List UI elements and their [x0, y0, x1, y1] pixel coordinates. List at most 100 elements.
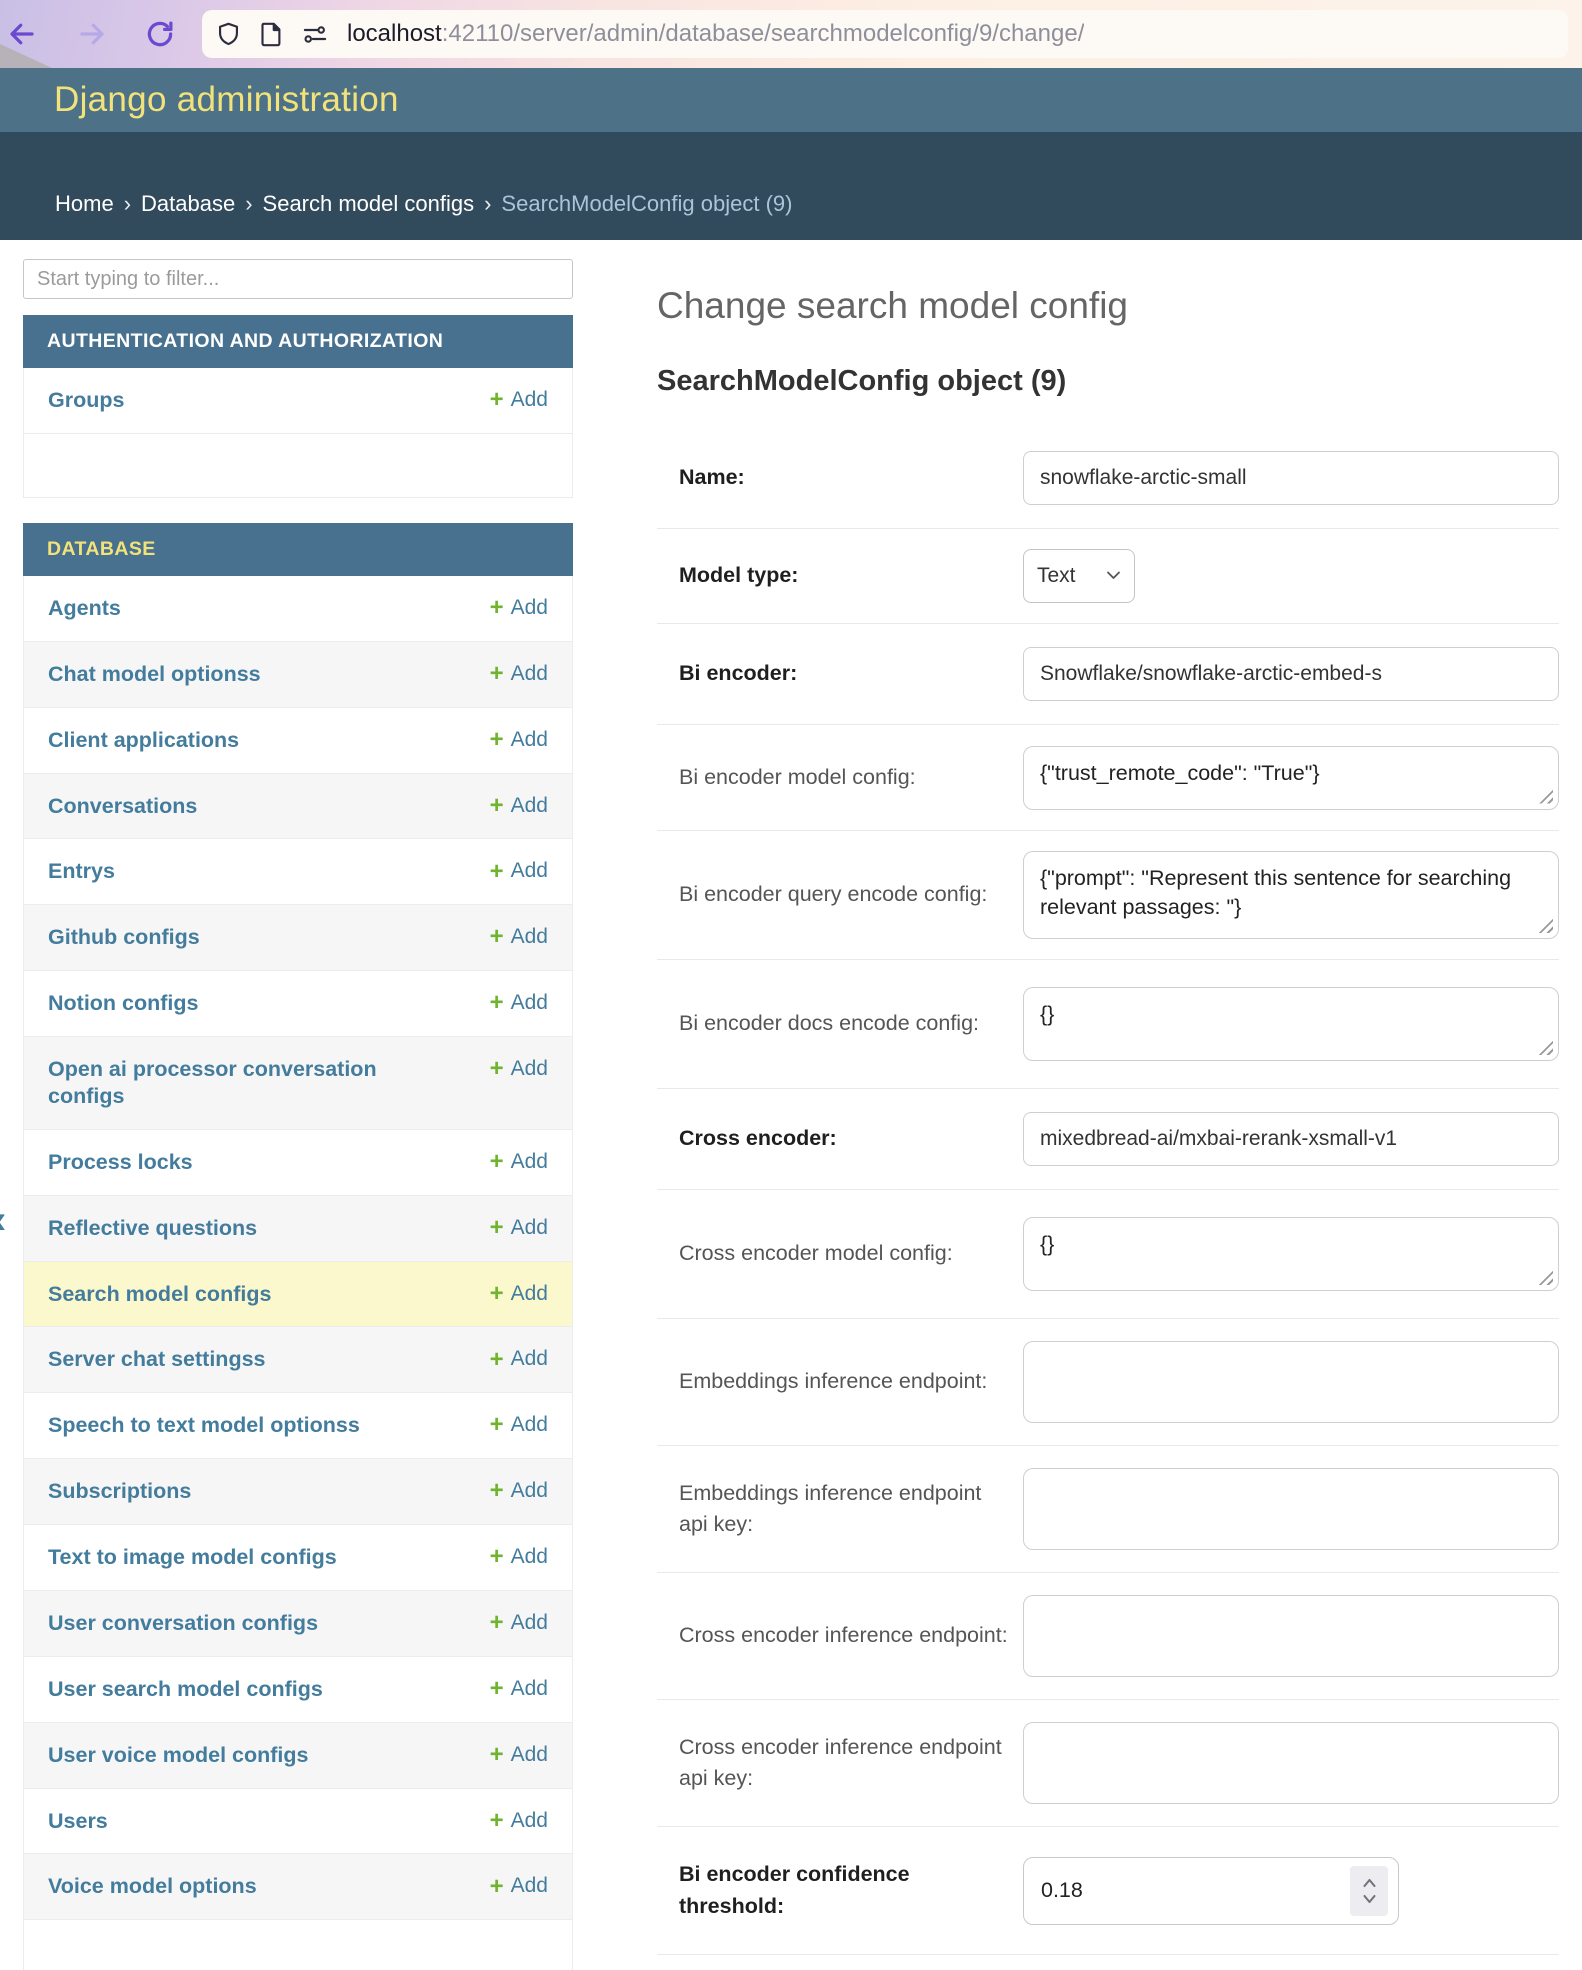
- sidebar-link-user-conversation-configs[interactable]: User conversation configs: [48, 1610, 318, 1637]
- sidebar-link-server-chat-settingss[interactable]: Server chat settingss: [48, 1346, 266, 1373]
- add-voice-model-options-link[interactable]: +Add: [490, 1873, 548, 1899]
- sidebar-link-open-ai-processor-conversation-configs[interactable]: Open ai processor conversation configs: [48, 1056, 383, 1110]
- sidebar-item-server-chat-settingss: Server chat settingss +Add: [23, 1327, 573, 1393]
- plus-icon: +: [490, 1545, 504, 1569]
- embeddings-inference-endpoint-input[interactable]: [1023, 1341, 1559, 1423]
- site-title[interactable]: Django administration: [54, 80, 399, 120]
- add-client-applications-link[interactable]: +Add: [490, 727, 548, 753]
- field-row-embeddings-inference-endpoint-api-key: Embeddings inference endpoint api key:: [657, 1446, 1559, 1573]
- breadcrumb-link-search-model-configs[interactable]: Search model configs: [263, 191, 475, 217]
- add-subscriptions-link[interactable]: +Add: [490, 1478, 548, 1504]
- field-label-model-type: Model type:: [679, 560, 1009, 591]
- plus-icon: +: [490, 794, 504, 818]
- bi-encoder-model-config-textarea-wrap: [1023, 746, 1559, 810]
- add-label: Add: [511, 661, 548, 687]
- sidebar-link-client-applications[interactable]: Client applications: [48, 727, 239, 754]
- plus-icon: +: [490, 1216, 504, 1240]
- change-form: Name:Model type:TextBi encoder:Bi encode…: [657, 428, 1559, 1955]
- sidebar-link-process-locks[interactable]: Process locks: [48, 1149, 193, 1176]
- add-label: Add: [511, 1544, 548, 1570]
- add-reflective-questions-link[interactable]: + Add: [490, 1215, 548, 1241]
- sidebar-empty-row: [23, 1920, 573, 1970]
- add-user-search-model-configs-link[interactable]: +Add: [490, 1676, 548, 1702]
- sidebar-link-users[interactable]: Users: [48, 1808, 108, 1835]
- sidebar-link-chat-model-optionss[interactable]: Chat model optionss: [48, 661, 261, 688]
- sidebar-link-groups[interactable]: Groups: [48, 387, 124, 414]
- add-search-model-configs-link[interactable]: +Add: [490, 1281, 548, 1307]
- add-user-voice-model-configs-link[interactable]: +Add: [490, 1742, 548, 1768]
- field-label-embeddings-inference-endpoint: Embeddings inference endpoint:: [679, 1366, 1009, 1397]
- sidebar-item-user-conversation-configs: User conversation configs +Add: [23, 1591, 573, 1657]
- breadcrumb-current: SearchModelConfig object (9): [501, 191, 792, 217]
- breadcrumb-link-home[interactable]: Home: [55, 191, 114, 217]
- sidebar-link-reflective-questions[interactable]: Reflective questions: [48, 1215, 257, 1242]
- field-label-embeddings-inference-endpoint-api-key: Embeddings inference endpoint api key:: [679, 1478, 1009, 1540]
- add-server-chat-settingss-link[interactable]: +Add: [490, 1346, 548, 1372]
- sidebar-link-speech-to-text-model-optionss[interactable]: Speech to text model optionss: [48, 1412, 360, 1439]
- forward-icon[interactable]: [77, 19, 107, 49]
- back-icon[interactable]: [7, 19, 37, 49]
- cross-encoder-inference-endpoint-api-key-input[interactable]: [1023, 1722, 1559, 1804]
- permissions-icon[interactable]: [301, 21, 329, 48]
- breadcrumb-separator: ›: [484, 191, 491, 217]
- sidebar-link-notion-configs[interactable]: Notion configs: [48, 990, 198, 1017]
- sidebar-link-search-model-configs[interactable]: Search model configs: [48, 1281, 271, 1308]
- add-label: Add: [511, 1676, 548, 1702]
- sidebar-link-text-to-image-model-configs[interactable]: Text to image model configs: [48, 1544, 337, 1571]
- sidebar-filter-input[interactable]: [23, 259, 573, 299]
- cross-encoder-inference-endpoint-input[interactable]: [1023, 1595, 1559, 1677]
- page-info-icon[interactable]: [259, 21, 284, 48]
- sidebar-link-user-search-model-configs[interactable]: User search model configs: [48, 1676, 323, 1703]
- add-chat-model-optionss-link[interactable]: + Add: [490, 661, 548, 687]
- url-bar[interactable]: localhost:42110/server/admin/database/se…: [202, 10, 1568, 58]
- add-process-locks-link[interactable]: +Add: [490, 1149, 548, 1175]
- cross-encoder-input[interactable]: [1023, 1112, 1559, 1166]
- sidebar-link-github-configs[interactable]: Github configs: [48, 924, 200, 951]
- sidebar-link-voice-model-options[interactable]: Voice model options: [48, 1873, 257, 1900]
- bi-encoder-input[interactable]: [1023, 647, 1559, 701]
- shield-icon[interactable]: [215, 21, 242, 48]
- add-user-conversation-configs-link[interactable]: +Add: [490, 1610, 548, 1636]
- bi-encoder-model-config-textarea[interactable]: [1023, 746, 1559, 810]
- add-github-configs-link[interactable]: +Add: [490, 924, 548, 950]
- sidebar-item-search-model-configs: Search model configs +Add: [23, 1262, 573, 1328]
- add-users-link[interactable]: +Add: [490, 1808, 548, 1834]
- number-spinner[interactable]: [1350, 1866, 1388, 1916]
- add-entrys-link[interactable]: +Add: [490, 858, 548, 884]
- add-open-ai-processor-conversation-configs-link[interactable]: +Add: [490, 1056, 548, 1082]
- sidebar-toggle[interactable]: ‹: [0, 1200, 6, 1240]
- reload-icon[interactable]: [145, 19, 175, 49]
- plus-icon: +: [490, 662, 504, 686]
- sidebar-item-speech-to-text-model-optionss: Speech to text model optionss +Add: [23, 1393, 573, 1459]
- add-speech-to-text-model-optionss-link[interactable]: +Add: [490, 1412, 548, 1438]
- embeddings-inference-endpoint-api-key-input[interactable]: [1023, 1468, 1559, 1550]
- add-agents-link[interactable]: +Add: [490, 595, 548, 621]
- cross-encoder-model-config-textarea[interactable]: [1023, 1217, 1559, 1291]
- add-label: Add: [511, 1215, 548, 1241]
- add-notion-configs-link[interactable]: +Add: [490, 990, 548, 1016]
- browser-toolbar: localhost:42110/server/admin/database/se…: [0, 0, 1582, 68]
- url-path: :42110/server/admin/database/searchmodel…: [442, 20, 1085, 47]
- sidebar-item-reflective-questions: Reflective questions + Add: [23, 1196, 573, 1262]
- add-groups-link[interactable]: +Add: [490, 387, 548, 413]
- cross-encoder-model-config-textarea-wrap: [1023, 1217, 1559, 1291]
- bi-encoder-query-encode-config-textarea-wrap: [1023, 851, 1559, 939]
- add-conversations-link[interactable]: +Add: [490, 793, 548, 819]
- sidebar-link-conversations[interactable]: Conversations: [48, 793, 197, 820]
- model-type-select[interactable]: Text: [1023, 549, 1135, 603]
- add-label: Add: [511, 727, 548, 753]
- bi-encoder-docs-encode-config-textarea[interactable]: [1023, 987, 1559, 1061]
- breadcrumb-link-database[interactable]: Database: [141, 191, 235, 217]
- sidebar-link-entrys[interactable]: Entrys: [48, 858, 115, 885]
- sidebar-item-github-configs: Github configs +Add: [23, 905, 573, 971]
- name-input[interactable]: [1023, 451, 1559, 505]
- bi-encoder-query-encode-config-textarea[interactable]: [1023, 851, 1559, 939]
- bi-encoder-confidence-threshold-input[interactable]: [1028, 1878, 1350, 1903]
- breadcrumb-separator: ›: [245, 191, 252, 217]
- add-text-to-image-model-configs-link[interactable]: + Add: [490, 1544, 548, 1570]
- sidebar-item-voice-model-options: Voice model options +Add: [23, 1854, 573, 1920]
- sidebar-link-agents[interactable]: Agents: [48, 595, 121, 622]
- sidebar-link-subscriptions[interactable]: Subscriptions: [48, 1478, 191, 1505]
- admin-header: Django administration: [0, 68, 1582, 132]
- sidebar-link-user-voice-model-configs[interactable]: User voice model configs: [48, 1742, 308, 1769]
